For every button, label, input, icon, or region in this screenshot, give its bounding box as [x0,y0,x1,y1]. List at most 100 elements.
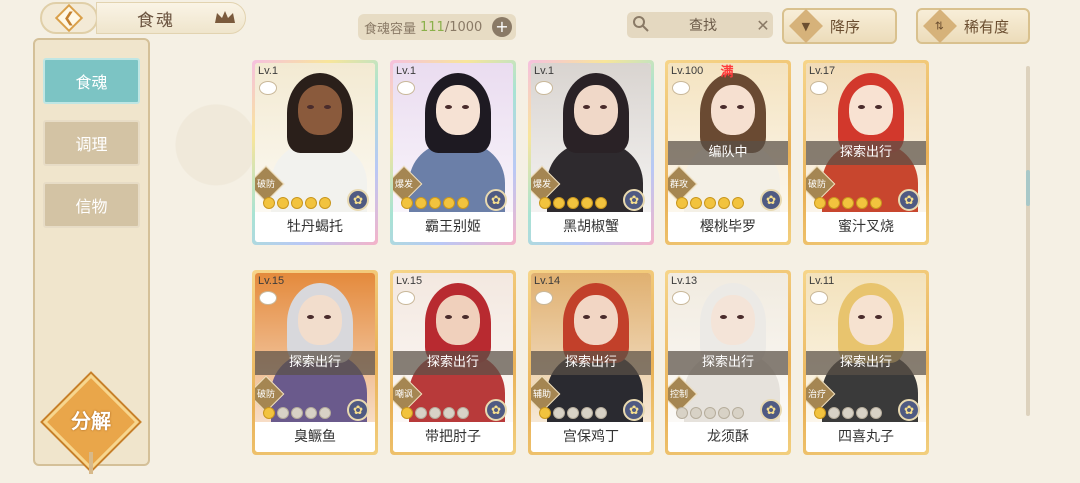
food-soul-card[interactable]: Lv.1 破防 ✿ 牡丹蝎托 [252,60,378,245]
star-icon [567,407,579,419]
star-icon [457,407,469,419]
card-level: Lv.14 [534,275,561,287]
food-soul-card[interactable]: Lv.15 探索出行 嘲讽 ✿ 带把肘子 [390,270,516,455]
element-icon: ✿ [347,189,369,211]
star-icon [704,197,716,209]
crown-icon[interactable] [212,8,238,26]
sort-order-button[interactable]: ▼ 降序 [782,8,897,44]
capacity-total: /1000 [444,19,483,35]
card-name: 四喜丸子 [806,422,926,452]
star-icon [581,197,593,209]
sort-order-label: 降序 [830,17,861,36]
eye [858,315,865,319]
star-icon [319,407,331,419]
scroll-thumb[interactable] [1026,170,1030,206]
card-status: 探索出行 [255,351,375,375]
food-soul-card[interactable]: Lv.17 探索出行 破防 ✿ 蜜汁叉烧 [803,60,929,245]
role-label: 治疗 [807,390,826,400]
back-chevron-icon: ❮ [63,10,75,26]
figure-head [436,85,480,135]
eye [858,105,865,109]
capacity-label: 食魂容量 [364,21,417,37]
role-label: 群攻 [669,180,688,190]
figure-head [711,295,755,345]
star-rating [263,197,331,209]
clear-search-icon[interactable]: ✕ [753,16,773,35]
star-icon [277,197,289,209]
decompose-label: 分解 [71,409,111,433]
card-level: Lv.11 [809,275,835,287]
card-inner: Lv.13 探索出行 控制 ✿ 龙须酥 [668,273,788,452]
sort-key-button[interactable]: ⇅ 稀有度 [916,8,1030,44]
sort-key-label: 稀有度 [964,17,1010,36]
eye [737,105,744,109]
card-inner: Lv.1 爆发 ✿ 黑胡椒蟹 [531,63,651,242]
search-bar[interactable]: 查找 ✕ [627,12,773,38]
star-icon [856,407,868,419]
sidebar-item-cooking[interactable]: 调理 [43,120,140,166]
star-icon [842,407,854,419]
card-status: 探索出行 [531,351,651,375]
food-soul-card[interactable]: Lv.14 探索出行 辅助 ✿ 宫保鸡丁 [528,270,654,455]
back-button[interactable]: ❮ [40,2,98,34]
element-icon: ✿ [347,399,369,421]
capacity-current: 111 [420,19,445,35]
role-label: 辅助 [532,390,551,400]
figure-head [574,295,618,345]
bowl-icon [535,291,553,305]
figure-head [298,85,342,135]
star-icon [263,197,275,209]
food-soul-card[interactable]: Lv.13 探索出行 控制 ✿ 龙须酥 [665,270,791,455]
star-icon [676,197,688,209]
star-icon [814,407,826,419]
star-rating [539,407,607,419]
role-label: 破防 [807,180,826,190]
food-soul-card[interactable]: Lv.1 爆发 ✿ 黑胡椒蟹 [528,60,654,245]
food-soul-card[interactable]: Lv.11 探索出行 治疗 ✿ 四喜丸子 [803,270,929,455]
star-icon [443,407,455,419]
star-icon [595,407,607,419]
eye [307,105,314,109]
star-icon [690,407,702,419]
role-label: 爆发 [532,180,551,190]
star-icon [704,407,716,419]
search-label: 查找 [689,18,717,34]
top-bar: ❮ 食魂 食魂容量 111 /1000 + 查找 ✕ ▼ 降序 ⇅ 稀有度 [0,0,1080,46]
max-level-tag: 满 [720,65,734,80]
star-icon [443,197,455,209]
eye [583,315,590,319]
element-icon: ✿ [623,399,645,421]
star-icon [277,407,289,419]
star-rating [539,197,607,209]
food-soul-card[interactable]: Lv.15 探索出行 破防 ✿ 臭鳜鱼 [252,270,378,455]
star-icon [828,197,840,209]
card-inner: Lv.100 满编队中 群攻 ✿ 樱桃毕罗 [668,63,788,242]
star-icon [732,407,744,419]
sidebar-item-food-soul[interactable]: 食魂 [43,58,140,104]
eye [462,315,469,319]
scrollbar[interactable] [1026,66,1030,416]
eye [875,105,882,109]
card-inner: Lv.1 破防 ✿ 牡丹蝎托 [255,63,375,242]
star-rating [814,407,882,419]
star-rating [401,197,469,209]
role-label: 爆发 [394,180,413,190]
food-soul-card[interactable]: Lv.100 满编队中 群攻 ✿ 樱桃毕罗 [665,60,791,245]
star-icon [814,197,826,209]
bowl-icon [672,81,690,95]
eye [600,105,607,109]
star-icon [305,197,317,209]
card-name: 牡丹蝎托 [255,212,375,242]
star-icon [415,197,427,209]
card-name: 蜜汁叉烧 [806,212,926,242]
star-icon [263,407,275,419]
sidebar-item-tokens[interactable]: 信物 [43,182,140,228]
eye [445,315,452,319]
card-inner: Lv.1 爆发 ✿ 霸王别姬 [393,63,513,242]
add-capacity-button[interactable]: + [492,17,512,37]
food-soul-card[interactable]: Lv.1 爆发 ✿ 霸王别姬 [390,60,516,245]
card-name: 霸王别姬 [393,212,513,242]
star-icon [581,407,593,419]
star-icon [718,197,730,209]
eye [324,315,331,319]
